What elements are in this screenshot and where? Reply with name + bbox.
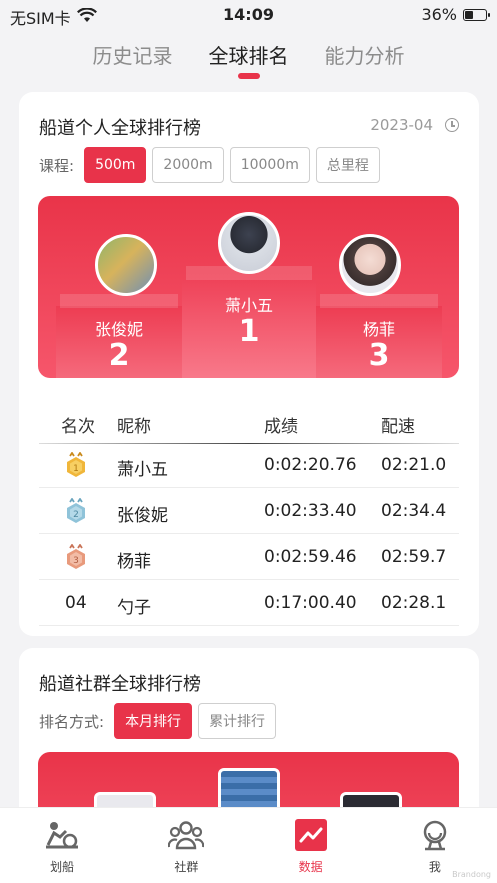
table-row[interactable]: 3 杨菲 0:02:59.46 02:59.7 <box>39 534 459 580</box>
battery-icon <box>463 8 490 21</box>
row-pace: 02:59.7 <box>381 547 447 567</box>
user-icon <box>417 818 453 852</box>
gold-medal-icon: 1 <box>67 452 85 477</box>
status-bar: 无SIM卡 14:09 36% <box>0 0 497 30</box>
podium-first-name: 萧小五 <box>224 296 273 315</box>
row-name: 杨菲 <box>117 552 151 572</box>
table-row[interactable]: 04 勺子 0:17:00.40 02:28.1 <box>39 580 459 626</box>
tab-analysis[interactable]: 能力分析 <box>325 40 405 79</box>
nav-data-label: 数据 <box>298 860 323 874</box>
community-ranking-title: 船道社群全球排行榜 <box>39 674 201 695</box>
course-500m-button[interactable]: 500m <box>84 147 147 183</box>
sort-cumulative-button[interactable]: 累计排行 <box>198 703 277 739</box>
row-pace: 02:21.0 <box>381 455 447 475</box>
status-right: 36% <box>421 5 490 24</box>
course-label: 课程: <box>39 156 75 175</box>
tab-history[interactable]: 历史记录 <box>93 40 173 79</box>
podium-third-name: 杨菲 <box>362 320 395 339</box>
nav-rowing-label: 划船 <box>50 860 75 874</box>
battery-fill <box>465 10 473 19</box>
row-time: 0:02:59.46 <box>264 547 357 567</box>
top-tabs: 历史记录 全球排名 能力分析 <box>0 40 497 79</box>
gold-medal-rank: 1 <box>73 464 79 474</box>
podium: 张俊妮 2 杨菲 3 萧小五 1 <box>38 196 459 378</box>
silver-medal-icon: 2 <box>67 498 85 523</box>
row-name: 张俊妮 <box>117 506 168 526</box>
header-name: 昵称 <box>117 417 151 437</box>
rowing-icon <box>44 818 80 852</box>
row-time: 0:02:20.76 <box>264 455 357 475</box>
row-pace: 02:28.1 <box>381 593 447 613</box>
podium-second: 张俊妮 2 <box>56 294 182 378</box>
bronze-medal-icon: 3 <box>67 544 85 569</box>
nav-data[interactable]: 数据 <box>249 808 373 883</box>
course-total-button[interactable]: 总里程 <box>315 147 380 183</box>
podium-second-name: 张俊妮 <box>94 320 143 339</box>
avatar-third[interactable] <box>339 234 401 296</box>
header-rank: 名次 <box>61 417 95 437</box>
avatar-first[interactable] <box>218 212 280 274</box>
watermark: Brandong <box>452 870 491 879</box>
clock-icon[interactable] <box>445 118 459 132</box>
row-time: 0:17:00.40 <box>264 593 357 613</box>
header-pace: 配速 <box>381 417 415 437</box>
course-filter: 课程: 500m 2000m 10000m 总里程 <box>39 147 380 183</box>
bottom-nav: 划船 社群 数据 我 Brandong <box>0 807 497 883</box>
group-icon <box>168 818 205 852</box>
date-label: 2023-04 <box>370 116 433 134</box>
header-time: 成绩 <box>264 417 298 437</box>
table-row[interactable]: 1 萧小五 0:02:20.76 02:21.0 <box>39 442 459 488</box>
podium-third-rank: 3 <box>368 338 390 373</box>
bronze-medal-rank: 3 <box>73 556 79 566</box>
podium-second-rank: 2 <box>108 338 130 373</box>
nav-me-label: 我 <box>428 860 441 874</box>
row-time: 0:02:33.40 <box>264 501 357 521</box>
podium-third-top <box>320 294 438 308</box>
date-selector[interactable]: 2023-04 <box>370 116 459 134</box>
podium-first-rank: 1 <box>238 314 260 349</box>
avatar-second[interactable] <box>95 234 157 296</box>
course-10000m-button[interactable]: 10000m <box>229 147 310 183</box>
personal-ranking-card: 船道个人全球排行榜 2023-04 课程: 500m 2000m 10000m … <box>19 92 479 636</box>
nav-community-label: 社群 <box>174 860 199 874</box>
sort-monthly-button[interactable]: 本月排行 <box>114 703 193 739</box>
nav-rowing[interactable]: 划船 <box>0 808 124 883</box>
ranking-table-header: 名次 昵称 成绩 配速 <box>39 406 459 444</box>
sort-label: 排名方式: <box>39 712 105 731</box>
personal-ranking-title: 船道个人全球排行榜 <box>39 118 201 139</box>
sort-filter: 排名方式: 本月排行 累计排行 <box>39 703 277 739</box>
podium-first: 萧小五 1 <box>182 266 316 378</box>
row-pace: 02:34.4 <box>381 501 447 521</box>
chart-icon <box>293 818 329 852</box>
silver-medal-rank: 2 <box>73 510 79 520</box>
nav-community[interactable]: 社群 <box>124 808 248 883</box>
row-name: 萧小五 <box>117 460 168 480</box>
row-name: 勺子 <box>117 598 151 618</box>
podium-second-top <box>60 294 178 308</box>
tab-global-rank[interactable]: 全球排名 <box>209 40 289 79</box>
course-2000m-button[interactable]: 2000m <box>152 147 224 183</box>
row-rank: 04 <box>65 593 87 613</box>
battery-percent: 36% <box>421 5 457 24</box>
table-row[interactable]: 2 张俊妮 0:02:33.40 02:34.4 <box>39 488 459 534</box>
podium-third: 杨菲 3 <box>316 294 442 378</box>
